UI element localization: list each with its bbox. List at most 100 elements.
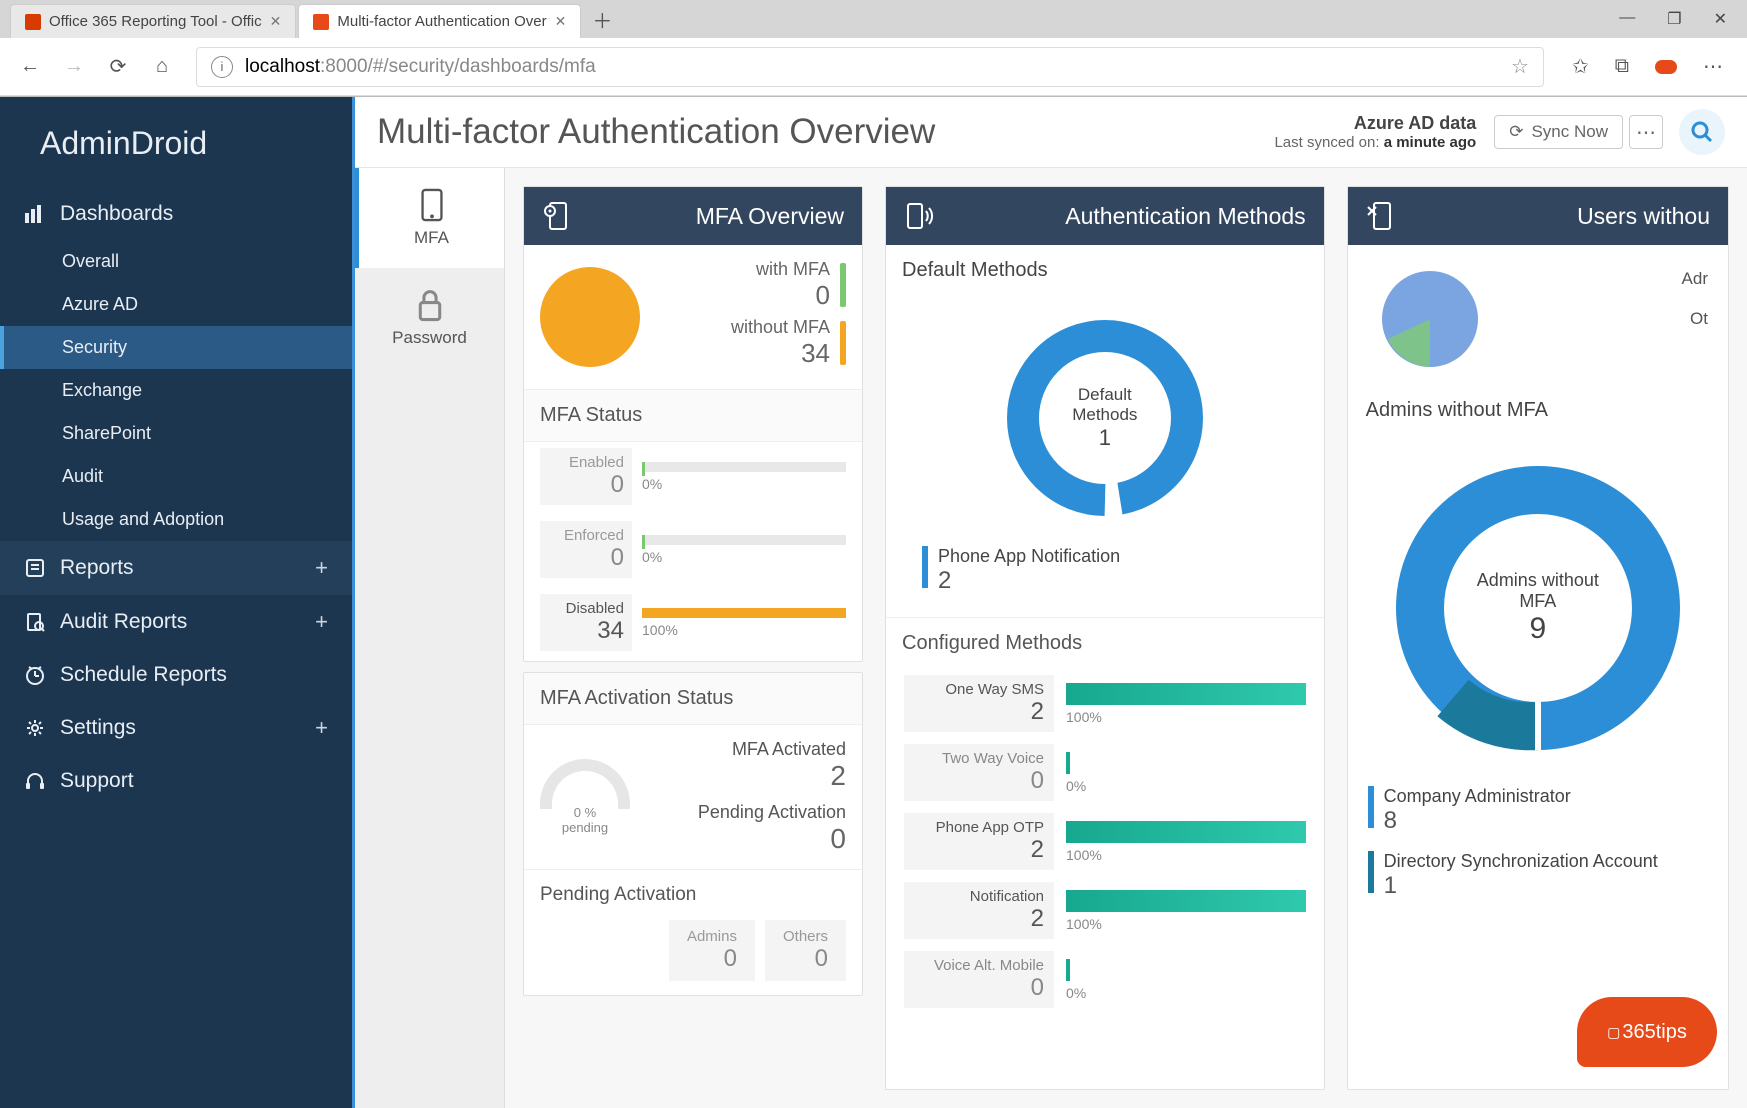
- close-icon[interactable]: ✕: [1714, 9, 1727, 29]
- more-icon[interactable]: ⋯: [1703, 54, 1723, 79]
- maximize-icon[interactable]: ❐: [1667, 9, 1681, 29]
- sidebar-label: Audit Reports: [60, 610, 187, 634]
- gear-phone-icon: [542, 201, 570, 231]
- configured-row: Voice Alt. Mobile0 0%: [886, 945, 1324, 1014]
- sidebar-section-support[interactable]: Support: [0, 755, 352, 807]
- browser-tabs-row: Office 365 Reporting Tool - Offic ✕ Mult…: [0, 0, 1747, 38]
- more-options-button[interactable]: ⋯: [1629, 115, 1663, 149]
- page-header: Multi-factor Authentication Overview Azu…: [355, 97, 1747, 168]
- pending-admins: Admins 0: [669, 920, 755, 981]
- activation-title: MFA Activation Status: [524, 673, 862, 725]
- 365tips-badge[interactable]: ▢365tips: [1577, 997, 1717, 1067]
- new-tab-button[interactable]: ＋: [587, 4, 617, 34]
- mfa-status-title: MFA Status: [524, 389, 862, 442]
- tab-close-icon[interactable]: ✕: [270, 13, 282, 30]
- app-body: AdminDroid Dashboards Overall Azure AD S…: [0, 97, 1747, 1108]
- sidebar-section-reports[interactable]: Reports +: [0, 541, 352, 595]
- mini-nav-mfa[interactable]: MFA: [355, 168, 504, 268]
- admins-without-title: Admins without MFA: [1348, 393, 1728, 428]
- back-button[interactable]: ←: [10, 47, 50, 87]
- collections-icon[interactable]: ⧉: [1615, 55, 1629, 78]
- configured-row: Notification2 100%: [886, 876, 1324, 945]
- extension-icon[interactable]: [1655, 60, 1677, 74]
- schedule-icon: [24, 664, 46, 686]
- card-title: Users withou: [1577, 203, 1710, 230]
- card-users-without: Users withou Adr Ot Admins without MFA: [1347, 186, 1729, 1090]
- configured-methods-title: Configured Methods: [886, 617, 1324, 669]
- forward-button: →: [54, 47, 94, 87]
- search-icon: [1690, 120, 1714, 144]
- sidebar-item-security[interactable]: Security: [0, 326, 352, 369]
- page-title: Multi-factor Authentication Overview: [377, 112, 935, 152]
- sidebar-label: Support: [60, 769, 134, 793]
- tab-close-icon[interactable]: ✕: [555, 13, 567, 30]
- card-title: Authentication Methods: [1065, 203, 1305, 230]
- brand-logo: AdminDroid: [0, 107, 352, 188]
- sidebar-label: Settings: [60, 716, 136, 740]
- expand-icon[interactable]: +: [315, 715, 328, 741]
- sync-icon: ⟳: [1509, 122, 1523, 142]
- activation-numbers: MFA Activated 2 Pending Activation 0: [650, 739, 846, 855]
- last-synced: Last synced on: a minute ago: [1274, 134, 1476, 151]
- sync-info: Azure AD data Last synced on: a minute a…: [1274, 113, 1476, 151]
- url-path: /#/security/dashboards/mfa: [368, 56, 596, 78]
- search-button[interactable]: [1679, 109, 1725, 155]
- overview-top: with MFA0 without MFA34: [524, 245, 862, 389]
- site-info-icon[interactable]: i: [211, 56, 233, 78]
- status-row-enabled: Enabled0 0%: [524, 442, 862, 515]
- configured-row: One Way SMS2 100%: [886, 669, 1324, 738]
- gear-icon: [24, 718, 46, 738]
- sidebar-label: Schedule Reports: [60, 663, 227, 687]
- configured-row: Two Way Voice0 0%: [886, 738, 1324, 807]
- legend-dirsync-account: Directory Synchronization Account1: [1348, 843, 1728, 908]
- status-row-enforced: Enforced0 0%: [524, 515, 862, 588]
- sidebar-section-audit-reports[interactable]: Audit Reports +: [0, 595, 352, 649]
- favorites-icon[interactable]: ✩: [1572, 54, 1589, 79]
- browser-tab-2[interactable]: Multi-factor Authentication Over ✕: [298, 4, 581, 38]
- url-host: localhost: [245, 56, 320, 78]
- sidebar-item-audit[interactable]: Audit: [0, 455, 352, 498]
- expand-icon[interactable]: +: [315, 609, 328, 635]
- mfa-pie-chart: [540, 267, 640, 367]
- tab-favicon: [25, 14, 41, 30]
- tab-favicon: [313, 14, 329, 30]
- card-column-overview: MFA Overview with MFA0 without MFA34: [523, 186, 863, 1090]
- phone-signal-icon: [904, 201, 934, 231]
- sidebar-item-sharepoint[interactable]: SharePoint: [0, 412, 352, 455]
- sidebar-item-usage[interactable]: Usage and Adoption: [0, 498, 352, 541]
- audit-reports-icon: [24, 612, 46, 632]
- card-auth-methods: Authentication Methods Default Methods D…: [885, 186, 1325, 1090]
- sidebar-section-dashboards[interactable]: Dashboards: [0, 188, 352, 240]
- tab-title: Multi-factor Authentication Over: [337, 13, 546, 30]
- sidebar-item-exchange[interactable]: Exchange: [0, 369, 352, 412]
- bar-indicator: [840, 263, 846, 307]
- minimize-icon[interactable]: ―: [1619, 9, 1635, 29]
- main-area: Multi-factor Authentication Overview Azu…: [355, 97, 1747, 1108]
- dashboards-icon: [24, 205, 46, 223]
- status-row-disabled: Disabled34 100%: [524, 588, 862, 661]
- status-rows: Enabled0 0% Enforced0 0% Disabled34 100%: [524, 442, 862, 661]
- sidebar-section-schedule[interactable]: Schedule Reports: [0, 649, 352, 701]
- gauge-wrap: 0 %pending: [540, 759, 630, 835]
- sidebar: AdminDroid Dashboards Overall Azure AD S…: [0, 97, 352, 1108]
- refresh-button[interactable]: ⟳: [98, 47, 138, 87]
- tab-title: Office 365 Reporting Tool - Offic: [49, 13, 262, 30]
- card-mfa-overview: MFA Overview with MFA0 without MFA34: [523, 186, 863, 662]
- mini-nav-password[interactable]: Password: [355, 268, 504, 368]
- url-bar[interactable]: i localhost:8000/#/security/dashboards/m…: [196, 47, 1544, 87]
- pending-others: Others 0: [765, 920, 846, 981]
- sidebar-section-settings[interactable]: Settings +: [0, 701, 352, 755]
- configured-methods-rows: One Way SMS2 100% Two Way Voice0 0% Phon…: [886, 669, 1324, 1014]
- users-pie-chart: [1380, 269, 1480, 369]
- sidebar-item-azure-ad[interactable]: Azure AD: [0, 283, 352, 326]
- sync-now-button[interactable]: ⟳ Sync Now: [1494, 115, 1623, 149]
- browser-tab-1[interactable]: Office 365 Reporting Tool - Offic ✕: [10, 4, 296, 38]
- configured-row: Phone App OTP2 100%: [886, 807, 1324, 876]
- sidebar-item-overall[interactable]: Overall: [0, 240, 352, 283]
- home-button[interactable]: ⌂: [142, 47, 182, 87]
- expand-icon[interactable]: +: [315, 555, 328, 581]
- bookmark-icon[interactable]: ☆: [1511, 54, 1529, 79]
- content-row: MFA Password MFA Overview: [355, 168, 1747, 1108]
- card-mfa-activation: MFA Activation Status 0 %pending MFA Act…: [523, 672, 863, 996]
- pending-activation-section: Pending Activation Admins 0 Others 0: [524, 869, 862, 995]
